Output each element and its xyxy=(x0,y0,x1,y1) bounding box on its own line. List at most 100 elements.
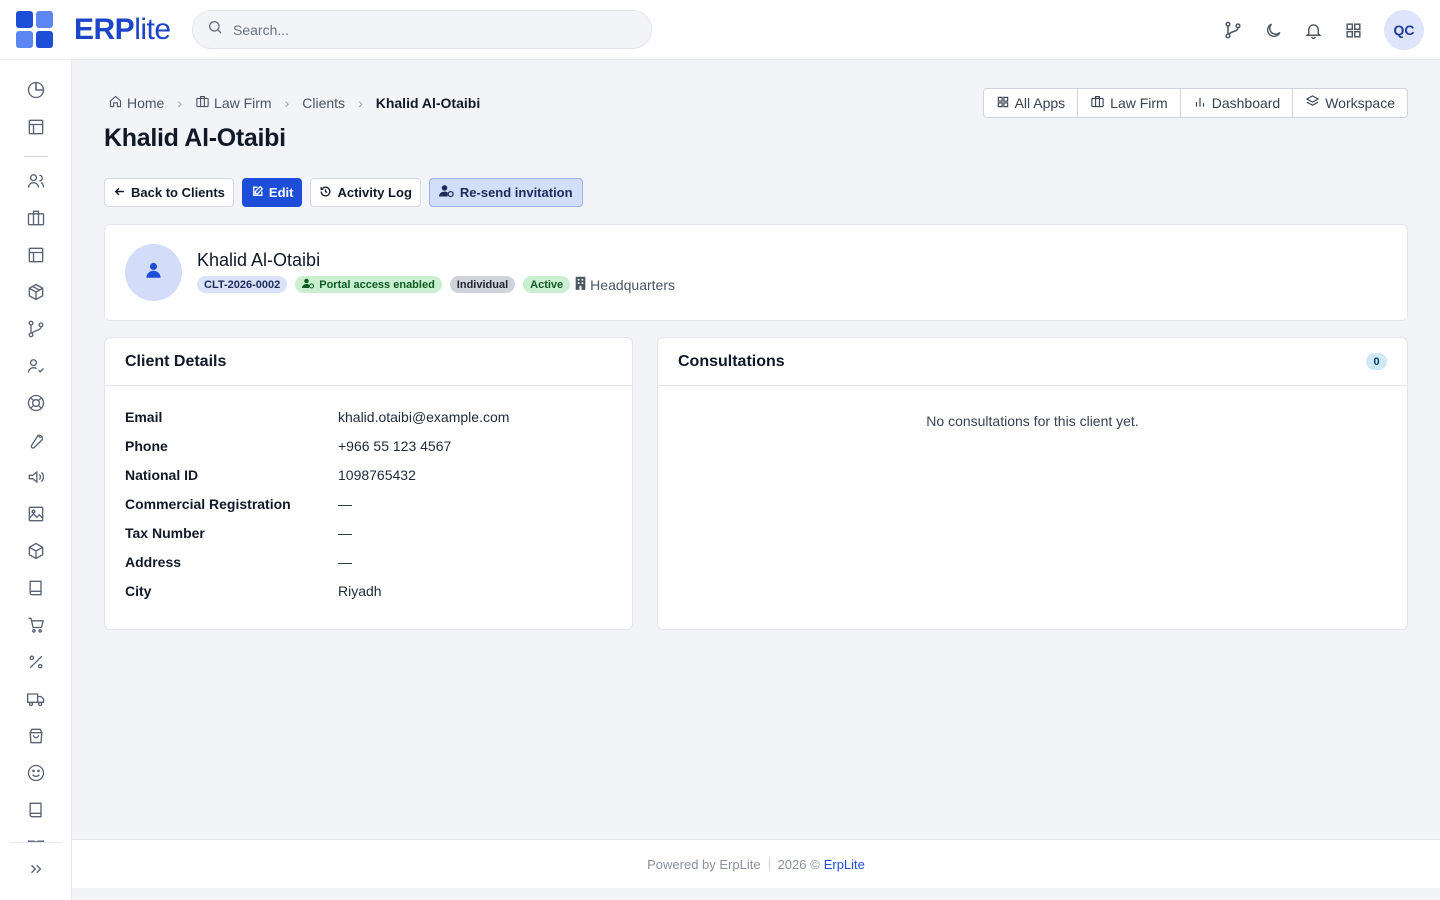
edit-button[interactable]: Edit xyxy=(241,178,303,207)
workspace-button[interactable]: Workspace xyxy=(1293,89,1407,117)
apps-grid-icon xyxy=(996,95,1010,112)
dashboard-label: Dashboard xyxy=(1211,95,1281,111)
user-cog-icon xyxy=(438,184,455,201)
activity-log-button[interactable]: Activity Log xyxy=(310,178,421,207)
users-icon[interactable] xyxy=(24,169,48,193)
bell-icon[interactable] xyxy=(1302,19,1324,41)
megaphone-icon[interactable] xyxy=(24,465,48,489)
law-firm-button[interactable]: Law Firm xyxy=(1078,89,1181,117)
layout-icon[interactable] xyxy=(24,115,48,139)
edit-icon xyxy=(251,185,264,201)
package-icon[interactable] xyxy=(24,280,48,304)
detail-value: khalid.otaibi@example.com xyxy=(338,409,510,425)
layers-icon xyxy=(1305,94,1320,112)
resend-invitation-button[interactable]: Re-send invitation xyxy=(428,178,583,207)
bar-chart-icon xyxy=(1193,95,1207,112)
breadcrumb-clients[interactable]: Clients xyxy=(302,95,345,111)
breadcrumb: Home › Law Firm › Clients › Khalid Al-Ot… xyxy=(108,94,480,112)
briefcase-icon xyxy=(195,94,210,112)
search-box[interactable] xyxy=(192,10,652,49)
building-icon xyxy=(575,276,586,293)
detail-label: Commercial Registration xyxy=(125,496,291,512)
logo[interactable]: ERPlite xyxy=(16,11,192,48)
sidebar-divider xyxy=(24,156,48,157)
client-details-card: Client Details Email khalid.otaibi@exampl… xyxy=(104,337,633,630)
detail-row: Phone +966 55 123 4567 xyxy=(125,438,451,454)
chevrons-right-icon[interactable] xyxy=(24,857,48,881)
image-icon[interactable] xyxy=(24,502,48,526)
git-branch-icon[interactable] xyxy=(24,317,48,341)
apps-grid-icon[interactable] xyxy=(1342,19,1364,41)
client-avatar xyxy=(125,244,182,301)
back-label: Back to Clients xyxy=(131,185,225,200)
book-icon[interactable] xyxy=(24,798,48,822)
wrench-icon[interactable] xyxy=(24,428,48,452)
detail-row: Address — xyxy=(125,554,352,570)
search-input[interactable] xyxy=(233,21,613,38)
consultations-title: Consultations xyxy=(678,352,785,370)
detail-label: Phone xyxy=(125,438,168,454)
consultations-card: Consultations 0 No consultations for thi… xyxy=(657,337,1408,630)
dashboard-button[interactable]: Dashboard xyxy=(1181,89,1294,117)
box-icon[interactable] xyxy=(24,539,48,563)
portal-access-label: Portal access enabled xyxy=(319,278,435,291)
client-profile-card: Khalid Al-Otaibi CLT-2026-0002 Portal ac… xyxy=(104,224,1408,321)
detail-row: Tax Number — xyxy=(125,525,352,541)
breadcrumb-law-firm[interactable]: Law Firm xyxy=(195,94,272,112)
chevron-right-icon: › xyxy=(284,95,290,111)
page-bottom-strip xyxy=(72,888,1440,900)
consultations-header: Consultations 0 xyxy=(658,338,1407,386)
chevron-right-icon: › xyxy=(177,95,183,111)
user-icon xyxy=(145,261,162,284)
top-bar: ERPlite QC xyxy=(0,0,1440,60)
client-badges: CLT-2026-0002 Portal access enabled Indi… xyxy=(197,276,675,293)
footer-powered: Powered by ErpLite xyxy=(647,856,761,872)
truck-icon[interactable] xyxy=(24,687,48,711)
breadcrumb-law-firm-label: Law Firm xyxy=(214,95,272,111)
user-check-icon[interactable] xyxy=(24,354,48,378)
branch-label: Headquarters xyxy=(590,276,675,293)
status-badge: Active xyxy=(523,276,571,293)
breadcrumb-current: Khalid Al-Otaibi xyxy=(375,95,481,111)
all-apps-label: All Apps xyxy=(1014,95,1066,111)
breadcrumb-home[interactable]: Home xyxy=(108,94,164,112)
detail-value: 1098765432 xyxy=(338,467,416,483)
detail-row: Commercial Registration — xyxy=(125,496,352,512)
arrow-left-icon xyxy=(113,185,126,201)
action-bar: Back to Clients Edit Activity Log Re-sen… xyxy=(104,178,583,207)
logo-mark xyxy=(16,11,53,48)
footer: Powered by ErpLite 2026 © ErpLite xyxy=(72,839,1440,888)
breadcrumb-home-label: Home xyxy=(127,95,165,111)
search-icon xyxy=(207,19,223,40)
briefcase-icon[interactable] xyxy=(24,206,48,230)
detail-value: — xyxy=(338,525,352,541)
briefcase-icon xyxy=(1090,94,1105,112)
life-buoy-icon[interactable] xyxy=(24,391,48,415)
portal-access-badge: Portal access enabled xyxy=(295,276,442,293)
client-type-badge: Individual xyxy=(449,276,516,293)
chevron-right-icon: › xyxy=(358,95,363,111)
user-avatar[interactable]: QC xyxy=(1384,10,1424,50)
cart-icon[interactable] xyxy=(24,613,48,637)
shopping-bag-icon[interactable] xyxy=(24,724,48,748)
book-icon[interactable] xyxy=(24,576,48,600)
detail-value: Riyadh xyxy=(338,583,382,599)
client-details-title: Client Details xyxy=(125,352,227,370)
back-to-clients-button[interactable]: Back to Clients xyxy=(104,178,234,207)
detail-value: — xyxy=(338,554,352,570)
branch: Headquarters xyxy=(575,276,675,293)
all-apps-button[interactable]: All Apps xyxy=(984,89,1079,117)
footer-copyright: 2026 © xyxy=(777,856,820,872)
moon-icon[interactable] xyxy=(1262,19,1284,41)
footer-divider xyxy=(768,857,770,871)
percent-icon[interactable] xyxy=(24,650,48,674)
git-branch-icon[interactable] xyxy=(1222,19,1244,41)
smile-icon[interactable] xyxy=(24,761,48,785)
resend-label: Re-send invitation xyxy=(459,185,573,200)
layout-icon[interactable] xyxy=(24,243,48,267)
footer-link[interactable]: ErpLite xyxy=(824,857,865,872)
detail-value: +966 55 123 4567 xyxy=(338,438,452,454)
main-content: Home › Law Firm › Clients › Khalid Al-Ot… xyxy=(72,60,1440,840)
pie-chart-icon[interactable] xyxy=(24,78,48,102)
detail-row: National ID 1098765432 xyxy=(125,467,416,483)
